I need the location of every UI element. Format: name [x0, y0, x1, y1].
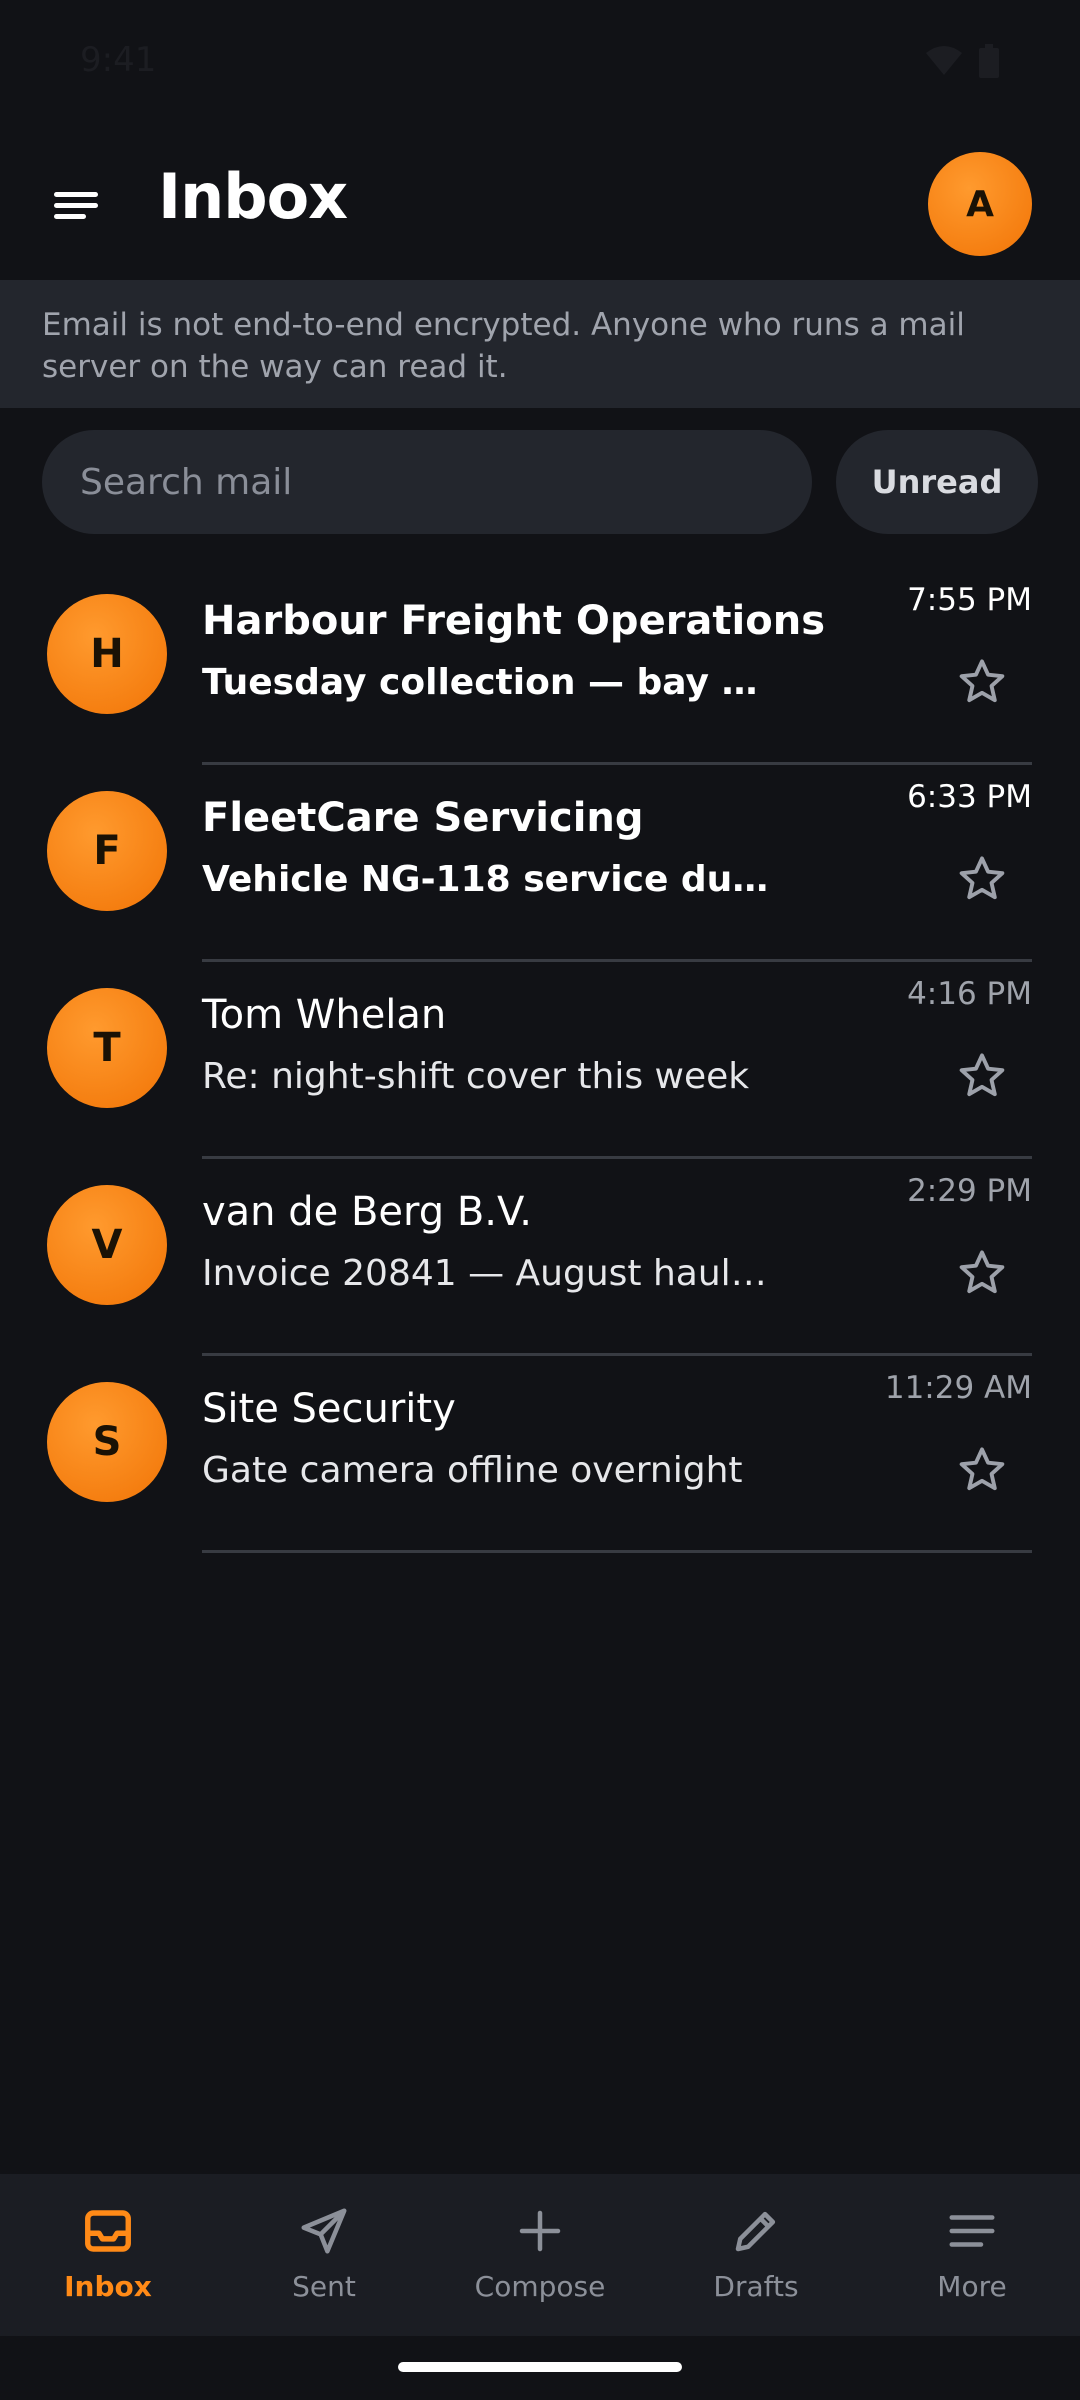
status-bar: 9:41 [0, 0, 1080, 130]
sender-name: FleetCare Servicing [202, 795, 644, 841]
sender-avatar: V [47, 1185, 167, 1305]
message-row[interactable]: F FleetCare Servicing Vehicle NG-118 ser… [0, 765, 1080, 962]
sender-name: Site Security [202, 1386, 456, 1432]
star-icon[interactable] [956, 1050, 1008, 1102]
message-time: 2:29 PM [907, 1173, 1032, 1209]
row-divider [202, 1550, 1032, 1553]
search-row: Unread [42, 430, 1038, 534]
pencil-icon [735, 2211, 776, 2252]
message-subject: Gate camera offline overnight [202, 1450, 743, 1491]
wifi-icon [926, 46, 962, 75]
battery-icon [979, 44, 999, 78]
nav-sent[interactable]: Sent [216, 2174, 432, 2336]
star-icon[interactable] [956, 656, 1008, 708]
message-row[interactable]: S Site Security Gate camera offline over… [0, 1356, 1080, 1553]
message-time: 4:16 PM [907, 976, 1032, 1012]
sender-name: Harbour Freight Operations [202, 598, 826, 644]
nav-label: Sent [292, 2270, 356, 2303]
status-icons [924, 44, 1000, 78]
message-time: 7:55 PM [907, 582, 1032, 618]
sender-avatar: S [47, 1382, 167, 1502]
sender-name: Tom Whelan [202, 992, 447, 1038]
message-row[interactable]: V van de Berg B.V. Invoice 20841 — Augus… [0, 1159, 1080, 1356]
menu-icon [949, 2215, 995, 2247]
sender-avatar: T [47, 988, 167, 1108]
encryption-notice: Email is not end-to-end encrypted. Anyon… [42, 307, 965, 385]
message-list: H Harbour Freight Operations Tuesday col… [0, 568, 1080, 1553]
hamburger-icon [54, 192, 98, 219]
search-input[interactable] [42, 430, 812, 534]
send-icon [301, 2208, 347, 2254]
encryption-banner: Email is not end-to-end encrypted. Anyon… [0, 280, 1080, 408]
nav-label: Compose [474, 2270, 606, 2303]
star-icon[interactable] [956, 853, 1008, 905]
sender-avatar: F [47, 791, 167, 911]
sender-name: van de Berg B.V. [202, 1189, 532, 1235]
nav-more[interactable]: More [864, 2174, 1080, 2336]
message-subject: Tuesday collection — bay 4 c... [202, 662, 772, 703]
message-time: 11:29 AM [884, 1370, 1032, 1406]
page-title: Inbox [158, 160, 348, 233]
unread-filter-chip[interactable]: Unread [836, 430, 1038, 534]
app-bar: Inbox A [0, 130, 1080, 280]
menu-button[interactable] [40, 170, 112, 242]
star-icon[interactable] [956, 1444, 1008, 1496]
nav-inbox[interactable]: Inbox [0, 2174, 216, 2336]
home-indicator[interactable] [398, 2362, 682, 2372]
plus-icon [519, 2210, 561, 2252]
nav-label: More [937, 2270, 1007, 2303]
inbox-icon [85, 2210, 131, 2252]
nav-label: Inbox [64, 2270, 152, 2303]
star-icon[interactable] [956, 1247, 1008, 1299]
message-row[interactable]: H Harbour Freight Operations Tuesday col… [0, 568, 1080, 765]
bottom-navigation: Inbox Sent Compose Drafts More [0, 2174, 1080, 2336]
nav-compose[interactable]: Compose [432, 2174, 648, 2336]
nav-label: Drafts [713, 2270, 799, 2303]
sender-avatar: H [47, 594, 167, 714]
message-subject: Invoice 20841 — August haula... [202, 1253, 772, 1294]
message-row[interactable]: T Tom Whelan Re: night-shift cover this … [0, 962, 1080, 1159]
message-subject: Vehicle NG-118 service due in... [202, 859, 772, 900]
account-avatar[interactable]: A [928, 152, 1032, 256]
nav-drafts[interactable]: Drafts [648, 2174, 864, 2336]
message-time: 6:33 PM [907, 779, 1032, 815]
message-subject: Re: night-shift cover this week [202, 1056, 750, 1097]
status-time: 9:41 [80, 40, 157, 80]
